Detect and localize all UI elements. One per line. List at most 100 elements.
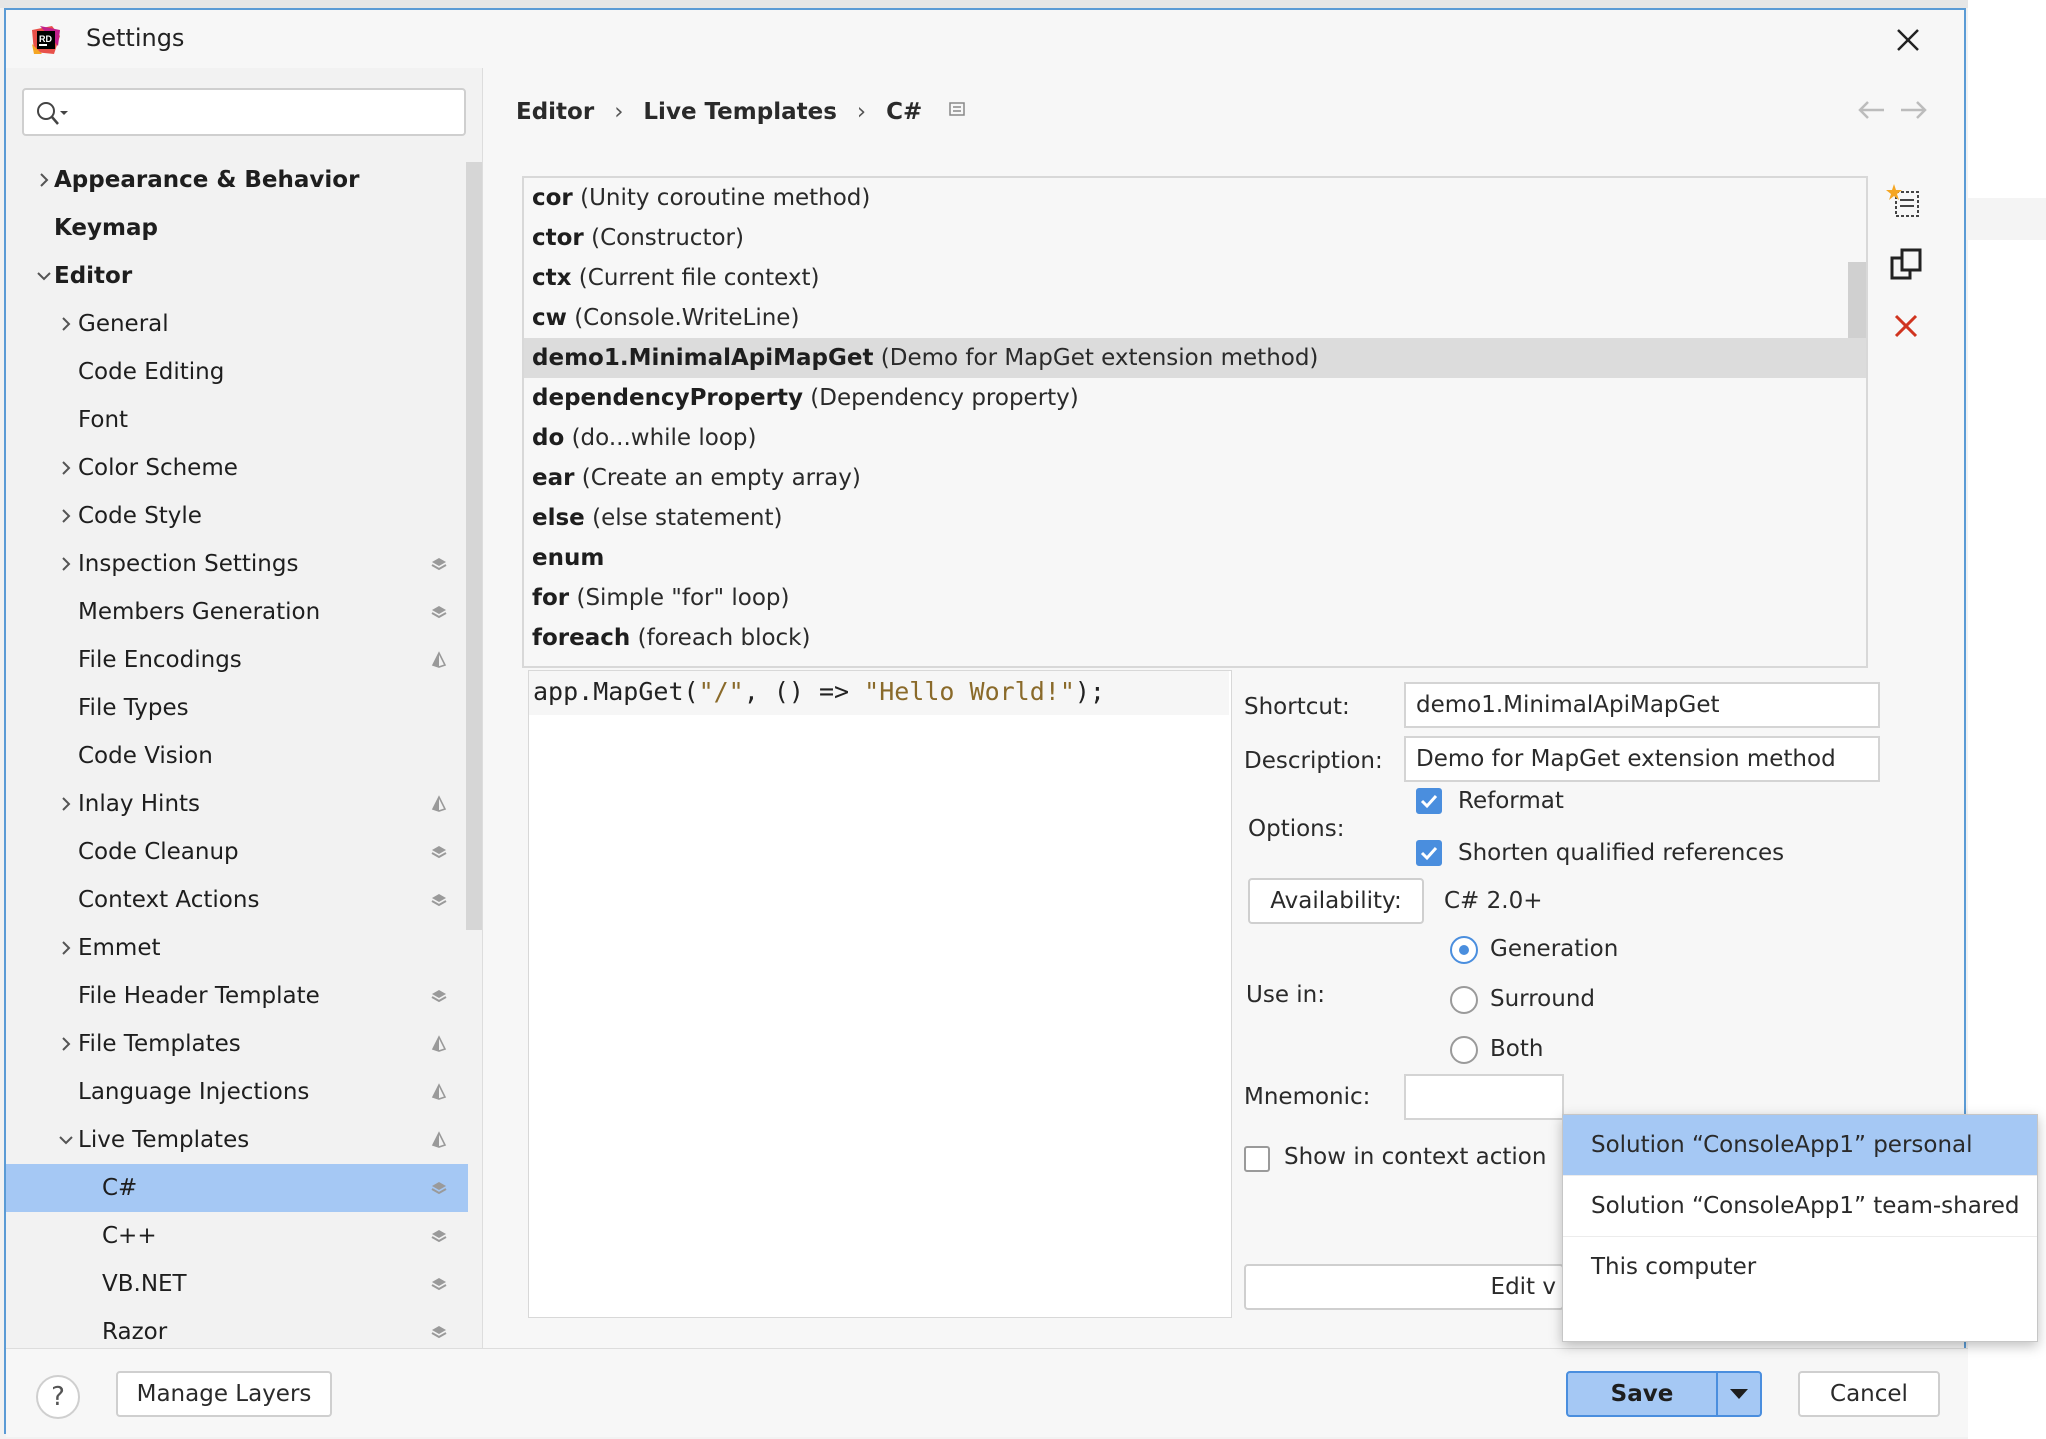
sidebar-item-razor[interactable]: Razor [6,1308,468,1348]
back-arrow-icon[interactable] [1854,92,1890,128]
chevron-down-icon[interactable] [34,266,54,286]
sidebar-item-csharp[interactable]: C# [6,1164,468,1212]
reformat-checkbox[interactable] [1416,788,1442,814]
sidebar-item-label: C++ [102,1223,157,1249]
chevron-right-icon[interactable] [56,458,76,478]
surround-radio[interactable] [1450,986,1478,1014]
save-dropdown-button[interactable] [1718,1373,1760,1415]
show-in-context-label: Show in context action [1284,1144,1547,1170]
help-button[interactable]: ? [36,1375,80,1419]
save-button[interactable]: Save [1568,1373,1716,1415]
sidebar-item-color-scheme[interactable]: Color Scheme [6,444,468,492]
sidebar-item-code-vision[interactable]: Code Vision [6,732,468,780]
both-radio[interactable] [1450,1036,1478,1064]
sidebar-item-file-header-template[interactable]: File Header Template [6,972,468,1020]
navigation-arrows [1854,92,1934,132]
template-code-editor[interactable]: app.MapGet("/", () => "Hello World!"); [528,670,1232,1318]
sidebar-item-live-templates[interactable]: Live Templates [6,1116,468,1164]
chevron-right-icon[interactable] [56,1034,76,1054]
template-row[interactable]: else (else statement) [524,498,1866,538]
mnemonic-field[interactable] [1404,1074,1564,1120]
breadcrumb-editor[interactable]: Editor [516,99,594,125]
generation-radio[interactable] [1450,936,1478,964]
template-description: (do...while loop) [571,425,757,451]
delete-template-icon[interactable] [1886,306,1926,346]
sidebar-item-members-generation[interactable]: Members Generation [6,588,468,636]
breadcrumb-separator: › [856,98,867,125]
template-row[interactable]: ctx (Current file context) [524,258,1866,298]
manage-layers-button[interactable]: Manage Layers [116,1371,332,1417]
sidebar-item-inspection-settings[interactable]: Inspection Settings [6,540,468,588]
template-list-scrollbar[interactable] [1848,262,1866,338]
chevron-down-icon[interactable] [56,1130,76,1150]
chevron-right-icon[interactable] [34,170,54,190]
edit-variables-button[interactable]: Edit v [1244,1264,1564,1310]
sidebar-item-code-cleanup[interactable]: Code Cleanup [6,828,468,876]
sidebar-item-code-editing[interactable]: Code Editing [6,348,468,396]
sidebar-item-language-injections[interactable]: Language Injections [6,1068,468,1116]
sidebar-item-appearance-behavior[interactable]: Appearance & Behavior [6,156,468,204]
dropdown-option[interactable]: This computer [1563,1237,2037,1297]
template-name: ctor [532,225,584,251]
sidebar-scrollbar[interactable] [466,162,482,930]
description-field[interactable]: Demo for MapGet extension method [1404,736,1880,782]
sidebar-item-inlay-hints[interactable]: Inlay Hints [6,780,468,828]
sidebar-item-code-style[interactable]: Code Style [6,492,468,540]
dropdown-option[interactable]: Solution “ConsoleApp1” personal [1563,1115,2037,1176]
chevron-right-icon[interactable] [56,794,76,814]
template-description: (Demo for MapGet extension method) [880,345,1319,371]
sidebar-item-label: Members Generation [78,599,321,625]
sidebar-item-vb-net[interactable]: VB.NET [6,1260,468,1308]
sidebar-item-context-actions[interactable]: Context Actions [6,876,468,924]
shorten-references-checkbox[interactable] [1416,840,1442,866]
breadcrumb-live-templates[interactable]: Live Templates [643,99,837,125]
sidebar-item-file-encodings[interactable]: File Encodings [6,636,468,684]
template-row[interactable]: enum [524,538,1866,578]
template-description: (Unity coroutine method) [580,185,871,211]
template-description: (else statement) [592,505,783,531]
template-row[interactable]: dependencyProperty (Dependency property) [524,378,1866,418]
template-row[interactable]: ear (Create an empty array) [524,458,1866,498]
close-button[interactable] [1888,20,1928,60]
template-row[interactable]: demo1.MinimalApiMapGet (Demo for MapGet … [524,338,1866,378]
template-name: demo1.MinimalApiMapGet [532,345,874,371]
layers-icon [431,1182,447,1195]
availability-button[interactable]: Availability: [1248,878,1424,924]
sidebar-item-file-types[interactable]: File Types [6,684,468,732]
chevron-right-icon[interactable] [56,554,76,574]
new-template-icon[interactable] [1886,182,1926,222]
sidebar-item-keymap[interactable]: Keymap [6,204,468,252]
chevron-down-icon [1730,1389,1748,1399]
forward-arrow-icon[interactable] [1895,92,1931,128]
chevron-right-icon[interactable] [56,314,76,334]
sidebar-item-general[interactable]: General [6,300,468,348]
project-icon [431,651,447,668]
copy-template-icon[interactable] [1886,244,1926,284]
both-label: Both [1490,1036,1544,1062]
template-row[interactable]: cor (Unity coroutine method) [524,178,1866,218]
layers-icon [431,1230,447,1243]
sidebar-item-editor[interactable]: Editor [6,252,468,300]
template-row[interactable]: ctor (Constructor) [524,218,1866,258]
show-in-context-checkbox[interactable] [1244,1146,1270,1172]
surround-label: Surround [1490,986,1596,1012]
template-row[interactable]: foreach (foreach block) [524,618,1866,658]
layers-icon [431,990,447,1003]
template-row[interactable]: for (Simple "for" loop) [524,578,1866,618]
svg-text:RD: RD [39,34,52,44]
search-input[interactable] [22,88,466,136]
search-icon [37,102,68,125]
template-row[interactable]: cw (Console.WriteLine) [524,298,1866,338]
sidebar-item-cplusplus[interactable]: C++ [6,1212,468,1260]
chevron-right-icon[interactable] [56,938,76,958]
shortcut-field[interactable]: demo1.MinimalApiMapGet [1404,682,1880,728]
chevron-right-icon[interactable] [56,506,76,526]
template-row[interactable]: do (do...while loop) [524,418,1866,458]
layer-settings-icon[interactable] [948,100,966,118]
sidebar-item-emmet[interactable]: Emmet [6,924,468,972]
checkmark-icon [1420,846,1438,861]
cancel-button[interactable]: Cancel [1798,1371,1940,1417]
sidebar-item-file-templates[interactable]: File Templates [6,1020,468,1068]
dropdown-option[interactable]: Solution “ConsoleApp1” team-shared [1563,1176,2037,1237]
sidebar-item-font[interactable]: Font [6,396,468,444]
